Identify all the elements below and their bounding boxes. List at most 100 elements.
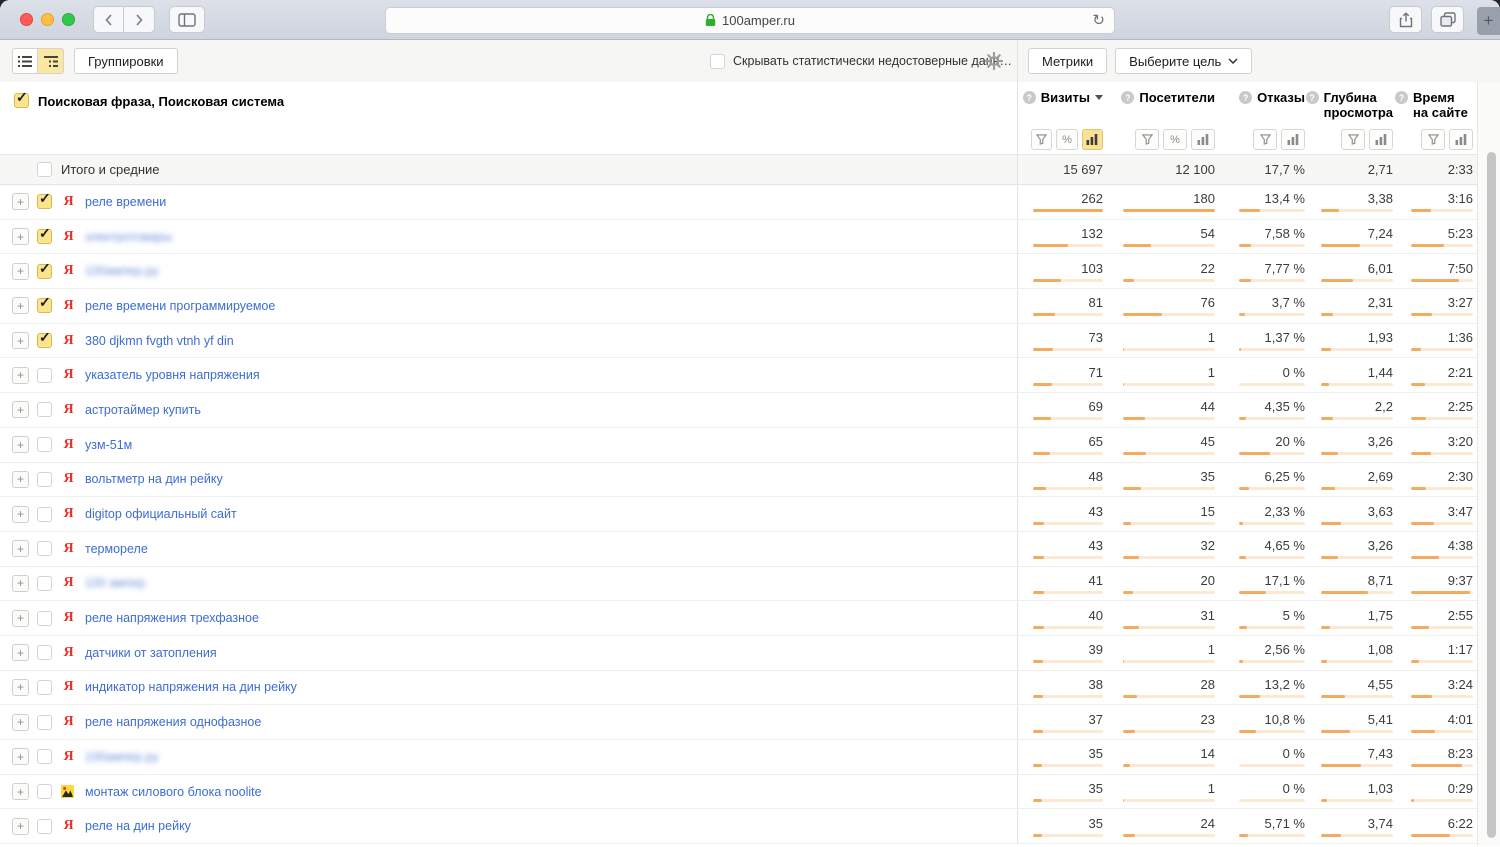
bars-icon[interactable] <box>1281 129 1305 150</box>
phrase-link[interactable]: указатель уровня напряжения <box>85 368 260 382</box>
expand-button[interactable]: + <box>12 783 29 800</box>
filter-icon[interactable] <box>1421 129 1445 150</box>
column-header-visitors[interactable]: ? Посетители <box>1105 90 1217 120</box>
row-checkbox[interactable]: ✓ <box>37 472 52 487</box>
phrase-link[interactable]: реле на дин рейку <box>85 819 191 833</box>
row-checkbox[interactable]: ✓ <box>37 229 52 244</box>
expand-button[interactable]: + <box>12 297 29 314</box>
expand-button[interactable]: + <box>12 748 29 765</box>
help-icon[interactable]: ? <box>1239 91 1252 104</box>
row-checkbox[interactable]: ✓ <box>37 784 52 799</box>
bars-icon[interactable] <box>1369 129 1393 150</box>
tree-view-button[interactable] <box>38 48 64 74</box>
row-checkbox[interactable]: ✓ <box>37 437 52 452</box>
percent-icon[interactable]: % <box>1163 129 1187 150</box>
dimension-checkbox[interactable]: ✓ <box>14 93 29 108</box>
share-button[interactable] <box>1389 6 1422 33</box>
row-checkbox[interactable]: ✓ <box>37 264 52 279</box>
row-checkbox[interactable]: ✓ <box>37 298 52 313</box>
phrase-link[interactable]: датчики от затопления <box>85 646 217 660</box>
metrics-button[interactable]: Метрики <box>1028 48 1107 74</box>
expand-button[interactable]: + <box>12 367 29 384</box>
row-checkbox[interactable]: ✓ <box>37 541 52 556</box>
phrase-link[interactable]: 100ампер.ру <box>85 750 159 764</box>
help-icon[interactable]: ? <box>1023 91 1036 104</box>
bars-icon[interactable] <box>1449 129 1473 150</box>
row-checkbox[interactable]: ✓ <box>37 819 52 834</box>
zoom-window-button[interactable] <box>62 13 75 26</box>
phrase-link[interactable]: реле времени <box>85 195 166 209</box>
expand-button[interactable]: + <box>12 818 29 835</box>
expand-button[interactable]: + <box>12 228 29 245</box>
new-tab-button[interactable]: + <box>1477 7 1500 35</box>
phrase-link[interactable]: вольтметр на дин рейку <box>85 472 223 486</box>
phrase-link[interactable]: digitop официальный сайт <box>85 507 237 521</box>
groupings-button[interactable]: Группировки <box>74 48 178 74</box>
expand-button[interactable]: + <box>12 193 29 210</box>
expand-button[interactable]: + <box>12 575 29 592</box>
expand-button[interactable]: + <box>12 679 29 696</box>
address-bar[interactable]: 100amper.ru ↻ <box>385 7 1115 34</box>
row-checkbox[interactable]: ✓ <box>37 194 52 209</box>
row-checkbox[interactable]: ✓ <box>37 368 52 383</box>
phrase-link[interactable]: монтаж силового блока noolite <box>85 785 262 799</box>
phrase-link[interactable]: 100 ампер <box>85 576 146 590</box>
expand-button[interactable]: + <box>12 714 29 731</box>
totals-checkbox[interactable]: ✓ <box>37 162 52 177</box>
row-checkbox[interactable]: ✓ <box>37 749 52 764</box>
phrase-link[interactable]: астротаймер купить <box>85 403 201 417</box>
phrase-link[interactable]: 380 djkmn fvgth vtnh yf din <box>85 334 234 348</box>
phrase-link[interactable]: индикатор напряжения на дин рейку <box>85 680 297 694</box>
row-checkbox[interactable]: ✓ <box>37 333 52 348</box>
row-checkbox[interactable]: ✓ <box>37 576 52 591</box>
expand-button[interactable]: + <box>12 540 29 557</box>
phrase-link[interactable]: реле напряжения трехфазное <box>85 611 259 625</box>
filter-icon[interactable] <box>1135 129 1159 150</box>
close-window-button[interactable] <box>20 13 33 26</box>
expand-button[interactable]: + <box>12 401 29 418</box>
column-header-visits[interactable]: ? Визиты <box>1031 90 1105 120</box>
filter-icon[interactable] <box>1341 129 1365 150</box>
list-view-button[interactable] <box>12 48 38 74</box>
expand-button[interactable]: + <box>12 263 29 280</box>
percent-icon[interactable]: % <box>1056 129 1077 150</box>
row-checkbox[interactable]: ✓ <box>37 402 52 417</box>
expand-button[interactable]: + <box>12 644 29 661</box>
bars-icon[interactable] <box>1191 129 1215 150</box>
phrase-link[interactable]: реле времени программируемое <box>85 299 275 313</box>
help-icon[interactable]: ? <box>1395 91 1408 104</box>
expand-button[interactable]: + <box>12 436 29 453</box>
row-checkbox[interactable]: ✓ <box>37 715 52 730</box>
minimize-window-button[interactable] <box>41 13 54 26</box>
select-goal-button[interactable]: Выберите цель <box>1115 48 1252 74</box>
show-tabs-button[interactable] <box>1431 6 1464 33</box>
phrase-link[interactable]: термореле <box>85 542 148 556</box>
sidebar-toggle-button[interactable] <box>169 6 205 33</box>
phrase-link[interactable]: реле напряжения однофазное <box>85 715 261 729</box>
filter-icon[interactable] <box>1031 129 1052 150</box>
row-checkbox[interactable]: ✓ <box>37 507 52 522</box>
forward-button[interactable] <box>124 6 155 33</box>
scrollbar-thumb[interactable] <box>1487 152 1496 838</box>
phrase-link[interactable]: электротовары <box>85 230 172 244</box>
expand-button[interactable]: + <box>12 506 29 523</box>
expand-button[interactable]: + <box>12 332 29 349</box>
row-checkbox[interactable]: ✓ <box>37 611 52 626</box>
phrase-link[interactable]: 100ампер.ру <box>85 264 159 278</box>
hide-unreliable-checkbox[interactable]: ✓ <box>710 54 725 69</box>
expand-button[interactable]: + <box>12 610 29 627</box>
reload-icon[interactable]: ↻ <box>1092 11 1105 29</box>
column-header-depth[interactable]: ? Глубина просмотра <box>1307 90 1395 120</box>
row-checkbox[interactable]: ✓ <box>37 680 52 695</box>
scrollbar-track[interactable] <box>1477 82 1500 846</box>
phrase-link[interactable]: узм-51м <box>85 438 132 452</box>
expand-button[interactable]: + <box>12 471 29 488</box>
bars-icon[interactable] <box>1082 129 1103 150</box>
row-checkbox[interactable]: ✓ <box>37 645 52 660</box>
column-header-bounce[interactable]: ? Отказы <box>1217 90 1307 120</box>
settings-gear-button[interactable] <box>985 52 1003 70</box>
help-icon[interactable]: ? <box>1306 91 1319 104</box>
help-icon[interactable]: ? <box>1121 91 1134 104</box>
back-button[interactable] <box>93 6 124 33</box>
column-header-time-on-site[interactable]: ? Время на сайте <box>1395 90 1475 120</box>
